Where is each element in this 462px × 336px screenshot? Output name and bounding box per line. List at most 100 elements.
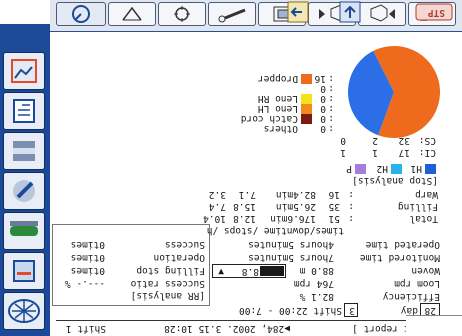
efficiency-value: 82.1 % <box>299 291 334 302</box>
analysis-icon <box>11 59 37 83</box>
sidebar <box>0 24 50 336</box>
ci-value-3: 1 <box>340 147 346 158</box>
legend-h2-label: H2 <box>376 163 388 174</box>
settings-icon <box>174 6 190 22</box>
clock-icon <box>122 6 142 21</box>
stop-row-1-label: Filling <box>397 201 438 212</box>
pie-legend-value: 16 <box>314 73 326 84</box>
stop-row-0-colon: : <box>348 213 354 224</box>
download-icon <box>339 1 361 23</box>
pie-legend-colon: : <box>328 73 334 84</box>
status-strip <box>406 315 462 336</box>
pie-legend-colon: : <box>328 83 334 94</box>
stop-row-1-downtime: 26.5min <box>275 201 316 212</box>
sidebar-button-maintenance[interactable] <box>3 172 45 210</box>
filling-stop-label: Filling stop <box>136 265 205 276</box>
chevron-down-icon: ▼ <box>218 266 224 277</box>
pie-legend-swatch <box>301 74 312 84</box>
stop-row-1-colon: : <box>348 201 354 212</box>
loom-monitor-screen: [Shift report ] ▶284, 2002. 3.15 10:28 S… <box>0 0 462 336</box>
sidebar-button-spool[interactable] <box>3 132 45 170</box>
stop-row-2-downtime: 82.4min <box>275 189 316 200</box>
history-button[interactable] <box>108 2 156 26</box>
next-button[interactable] <box>358 2 406 26</box>
pie-legend-colon: : <box>328 123 334 134</box>
selected-tab-button[interactable] <box>56 2 106 26</box>
stop-row-2-label: Warp <box>415 189 438 200</box>
download-button[interactable] <box>338 0 362 24</box>
stop-row-0-times: 51 <box>328 213 340 224</box>
rr-analysis-title: [RR analysis] <box>130 290 205 301</box>
loom-icon <box>8 299 40 323</box>
chart-button[interactable] <box>208 2 256 26</box>
rpm-select[interactable]: 8.8 ▼ <box>212 264 286 278</box>
sidebar-button-book[interactable] <box>3 252 45 290</box>
pen-icon <box>218 8 246 23</box>
success-ratio-label: Success ratio <box>130 278 205 289</box>
filling-stop-value: 0times <box>70 265 105 276</box>
exit-button[interactable] <box>286 0 310 24</box>
next-icon <box>370 4 395 22</box>
stop-row-0-per-h: 12.8 <box>233 213 256 224</box>
report-header: [Shift report ] ▶284, 2002. 3.15 10:28 S… <box>56 320 442 336</box>
rpm-select-value: 8.8 <box>241 266 259 277</box>
ci-value-1: 17 <box>398 147 410 158</box>
pie-legend-label: Catch cord <box>240 113 298 124</box>
stp-label: STP <box>427 7 445 18</box>
legend-h1-label: H1 <box>410 163 422 174</box>
stop-table-header: times/downtime /stops /h <box>206 225 344 236</box>
stop-row-2-colon: : <box>348 189 354 200</box>
settings-button[interactable] <box>158 2 206 26</box>
sidebar-button-analysis[interactable] <box>3 52 45 90</box>
pie-legend-label: Others <box>263 123 298 134</box>
stop-row-2-pct: 3.2 <box>208 189 226 200</box>
stp-button[interactable]: STP <box>414 2 454 22</box>
pie-legend-colon: : <box>328 113 334 124</box>
report-shift: Shift 1 <box>65 323 106 334</box>
stop-cause-pie-chart <box>348 46 440 138</box>
stop-row-1-per-h: 15.8 <box>233 201 256 212</box>
stop-row-2-times: 16 <box>328 189 340 200</box>
operated-time-label: Operated time <box>365 239 440 250</box>
sidebar-button-shift-report[interactable] <box>3 92 45 130</box>
stop-row-2-per-h: 7.1 <box>238 189 256 200</box>
pie-legend-value: 0 <box>320 93 326 104</box>
legend-p-label: P <box>346 163 352 174</box>
shift-report-icon <box>13 99 35 123</box>
pie-legend-value: 0 <box>320 103 326 114</box>
success-label: Success <box>164 239 205 250</box>
pie-legend-swatch <box>301 94 312 104</box>
monitored-time-value: 7hours 5minutes <box>248 252 334 263</box>
efficiency-label: Efficiency <box>382 291 440 302</box>
rr-analysis-panel: [RR analysis] Success ratio ---.- % Fill… <box>52 224 210 306</box>
loom-rpm-label: Loom rpm <box>394 278 440 289</box>
sidebar-button-warp-beam[interactable] <box>3 212 45 250</box>
ci-value-2: 1 <box>372 147 378 158</box>
legend-h1-swatch <box>425 164 436 174</box>
pie-legend-value: 0 <box>320 83 326 94</box>
shift-number-field[interactable]: 3 <box>344 303 358 317</box>
stop-row-0-downtime: 176.6min <box>270 213 316 224</box>
shift-time-range: Shift 22:00 - 7:00 <box>239 305 342 316</box>
stop-analysis-title: [Stop analysis] <box>352 175 438 186</box>
monitored-time-label: Monitored time <box>359 252 440 263</box>
legend-h2-swatch <box>391 164 402 174</box>
stop-row-0-label: Total <box>409 213 438 224</box>
exit-icon <box>287 1 309 23</box>
book-icon <box>13 260 35 282</box>
pie-legend-label: Dropper <box>257 73 298 84</box>
wrench-icon <box>13 180 35 202</box>
pie-legend-swatch <box>301 114 312 124</box>
report-datetime: ▶284, 2002. 3.15 10:28 <box>164 323 290 334</box>
success-value: 0times <box>70 239 105 250</box>
pie-legend-colon: : <box>328 103 334 114</box>
stop-row-0-pct: 10.4 <box>203 213 226 224</box>
gauge-icon <box>72 5 90 23</box>
warp-beam-icon <box>10 221 38 236</box>
pie-legend-swatch <box>301 84 312 94</box>
operation-label: Operation <box>153 252 205 263</box>
woven-label: Woven <box>411 265 440 276</box>
woven-value: 88.0 m <box>299 265 334 276</box>
bottom-toolbar <box>50 0 462 32</box>
sidebar-button-loom[interactable] <box>3 292 45 330</box>
